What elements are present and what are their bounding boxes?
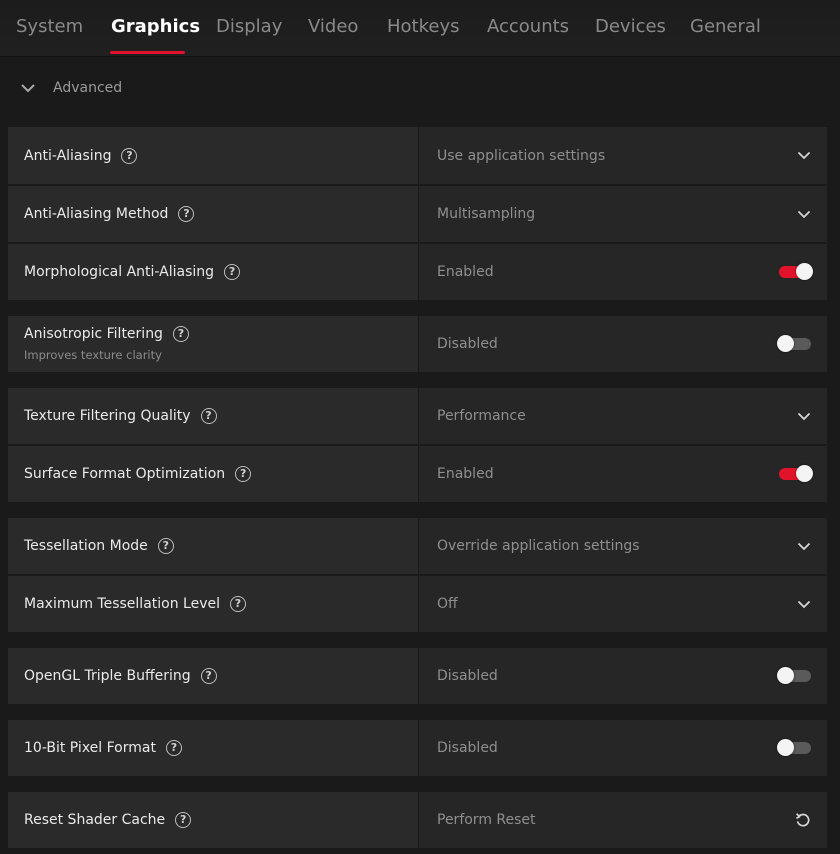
- maximum-tessellation-level-dropdown[interactable]: Off: [419, 576, 827, 632]
- setting-label: Morphological Anti-Aliasing: [24, 264, 215, 280]
- chevron-down-icon: [797, 576, 811, 632]
- tab-video[interactable]: Video: [308, 16, 358, 37]
- help-icon[interactable]: ?: [121, 147, 138, 164]
- tab-hotkeys[interactable]: Hotkeys: [387, 16, 460, 37]
- setting-value: Enabled: [437, 466, 494, 482]
- setting-row-reset-shader-cache: Reset Shader Cache ? Perform Reset: [8, 792, 827, 848]
- setting-row-anti-aliasing: Anti-Aliasing ? Use application settings: [8, 127, 827, 184]
- setting-label: OpenGL Triple Buffering: [24, 668, 191, 684]
- settings-group-texture: Texture Filtering Quality ? Performance …: [8, 388, 827, 502]
- advanced-section-toggle[interactable]: Advanced: [18, 78, 122, 98]
- help-icon[interactable]: ?: [178, 206, 195, 222]
- setting-sublabel: Improves texture clarity: [24, 348, 162, 362]
- opengl-triple-buffering-toggle[interactable]: [777, 648, 811, 704]
- setting-row-surface-format-optimization: Surface Format Optimization ? Enabled: [8, 446, 827, 502]
- tab-accounts[interactable]: Accounts: [487, 16, 569, 37]
- setting-label: Maximum Tessellation Level: [24, 596, 220, 612]
- tab-general[interactable]: General: [690, 16, 761, 37]
- anti-aliasing-dropdown[interactable]: Use application settings: [419, 127, 827, 184]
- help-icon[interactable]: ?: [165, 740, 182, 756]
- setting-value: Disabled: [437, 740, 498, 756]
- setting-row-morphological-anti-aliasing: Morphological Anti-Aliasing ? Enabled: [8, 244, 827, 300]
- settings-group-opengl: OpenGL Triple Buffering ? Disabled: [8, 648, 827, 704]
- help-icon[interactable]: ?: [200, 668, 217, 684]
- setting-value: Disabled: [437, 336, 498, 352]
- setting-row-10-bit-pixel-format: 10-Bit Pixel Format ? Disabled: [8, 720, 827, 776]
- chevron-down-icon: [797, 127, 811, 184]
- setting-label: Tessellation Mode: [24, 538, 148, 554]
- setting-value: Multisampling: [437, 206, 536, 222]
- setting-label: Anisotropic Filtering: [24, 326, 163, 342]
- setting-row-maximum-tessellation-level: Maximum Tessellation Level ? Off: [8, 576, 827, 632]
- help-icon[interactable]: ?: [157, 538, 174, 554]
- setting-value: Disabled: [437, 668, 498, 684]
- setting-label: 10-Bit Pixel Format: [24, 740, 156, 756]
- tab-devices[interactable]: Devices: [595, 16, 666, 37]
- chevron-down-icon: [18, 78, 38, 98]
- setting-row-anisotropic-filtering: Anisotropic Filtering ? Improves texture…: [8, 316, 827, 372]
- setting-value: Performance: [437, 408, 526, 424]
- settings-group-pixel-format: 10-Bit Pixel Format ? Disabled: [8, 720, 827, 776]
- help-icon[interactable]: ?: [235, 466, 252, 482]
- tab-graphics[interactable]: Graphics: [111, 16, 200, 37]
- reset-icon: [795, 792, 811, 848]
- help-icon[interactable]: ?: [172, 326, 189, 342]
- settings-group-antialiasing: Anti-Aliasing ? Use application settings…: [8, 127, 827, 300]
- setting-label: Surface Format Optimization: [24, 466, 226, 482]
- tab-bar: System Graphics Display Video Hotkeys Ac…: [0, 0, 840, 57]
- chevron-down-icon: [797, 388, 811, 444]
- setting-label: Anti-Aliasing: [24, 147, 112, 164]
- anti-aliasing-method-dropdown[interactable]: Multisampling: [419, 186, 827, 242]
- setting-value: Enabled: [437, 264, 494, 280]
- setting-row-texture-filtering-quality: Texture Filtering Quality ? Performance: [8, 388, 827, 444]
- chevron-down-icon: [797, 186, 811, 242]
- setting-value: Use application settings: [437, 147, 606, 164]
- texture-filtering-quality-dropdown[interactable]: Performance: [419, 388, 827, 444]
- advanced-label: Advanced: [53, 80, 123, 96]
- setting-row-opengl-triple-buffering: OpenGL Triple Buffering ? Disabled: [8, 648, 827, 704]
- setting-row-tessellation-mode: Tessellation Mode ? Override application…: [8, 518, 827, 574]
- anisotropic-filtering-toggle[interactable]: [777, 316, 811, 372]
- settings-group-tessellation: Tessellation Mode ? Override application…: [8, 518, 827, 632]
- morphological-aa-toggle[interactable]: [779, 244, 813, 300]
- setting-value: Perform Reset: [437, 812, 536, 828]
- help-icon[interactable]: ?: [230, 596, 246, 612]
- setting-label: Anti-Aliasing Method: [24, 206, 169, 222]
- settings-group-anisotropic: Anisotropic Filtering ? Improves texture…: [8, 316, 827, 372]
- tessellation-mode-dropdown[interactable]: Override application settings: [419, 518, 827, 574]
- tab-display[interactable]: Display: [216, 16, 282, 37]
- surface-format-optimization-toggle[interactable]: [779, 446, 813, 502]
- setting-label: Texture Filtering Quality: [24, 408, 191, 424]
- help-icon[interactable]: ?: [175, 812, 192, 828]
- help-icon[interactable]: ?: [200, 408, 217, 424]
- help-icon[interactable]: ?: [224, 264, 241, 280]
- 10-bit-pixel-format-toggle[interactable]: [777, 720, 811, 776]
- setting-value: Off: [437, 596, 458, 612]
- settings-group-shader-cache: Reset Shader Cache ? Perform Reset: [8, 792, 827, 848]
- perform-reset-button[interactable]: Perform Reset: [419, 792, 827, 848]
- chevron-down-icon: [797, 518, 811, 574]
- active-tab-indicator: [110, 51, 185, 54]
- setting-label: Reset Shader Cache: [24, 812, 166, 828]
- setting-row-anti-aliasing-method: Anti-Aliasing Method ? Multisampling: [8, 186, 827, 242]
- setting-value: Override application settings: [437, 538, 640, 554]
- tab-system[interactable]: System: [16, 16, 83, 37]
